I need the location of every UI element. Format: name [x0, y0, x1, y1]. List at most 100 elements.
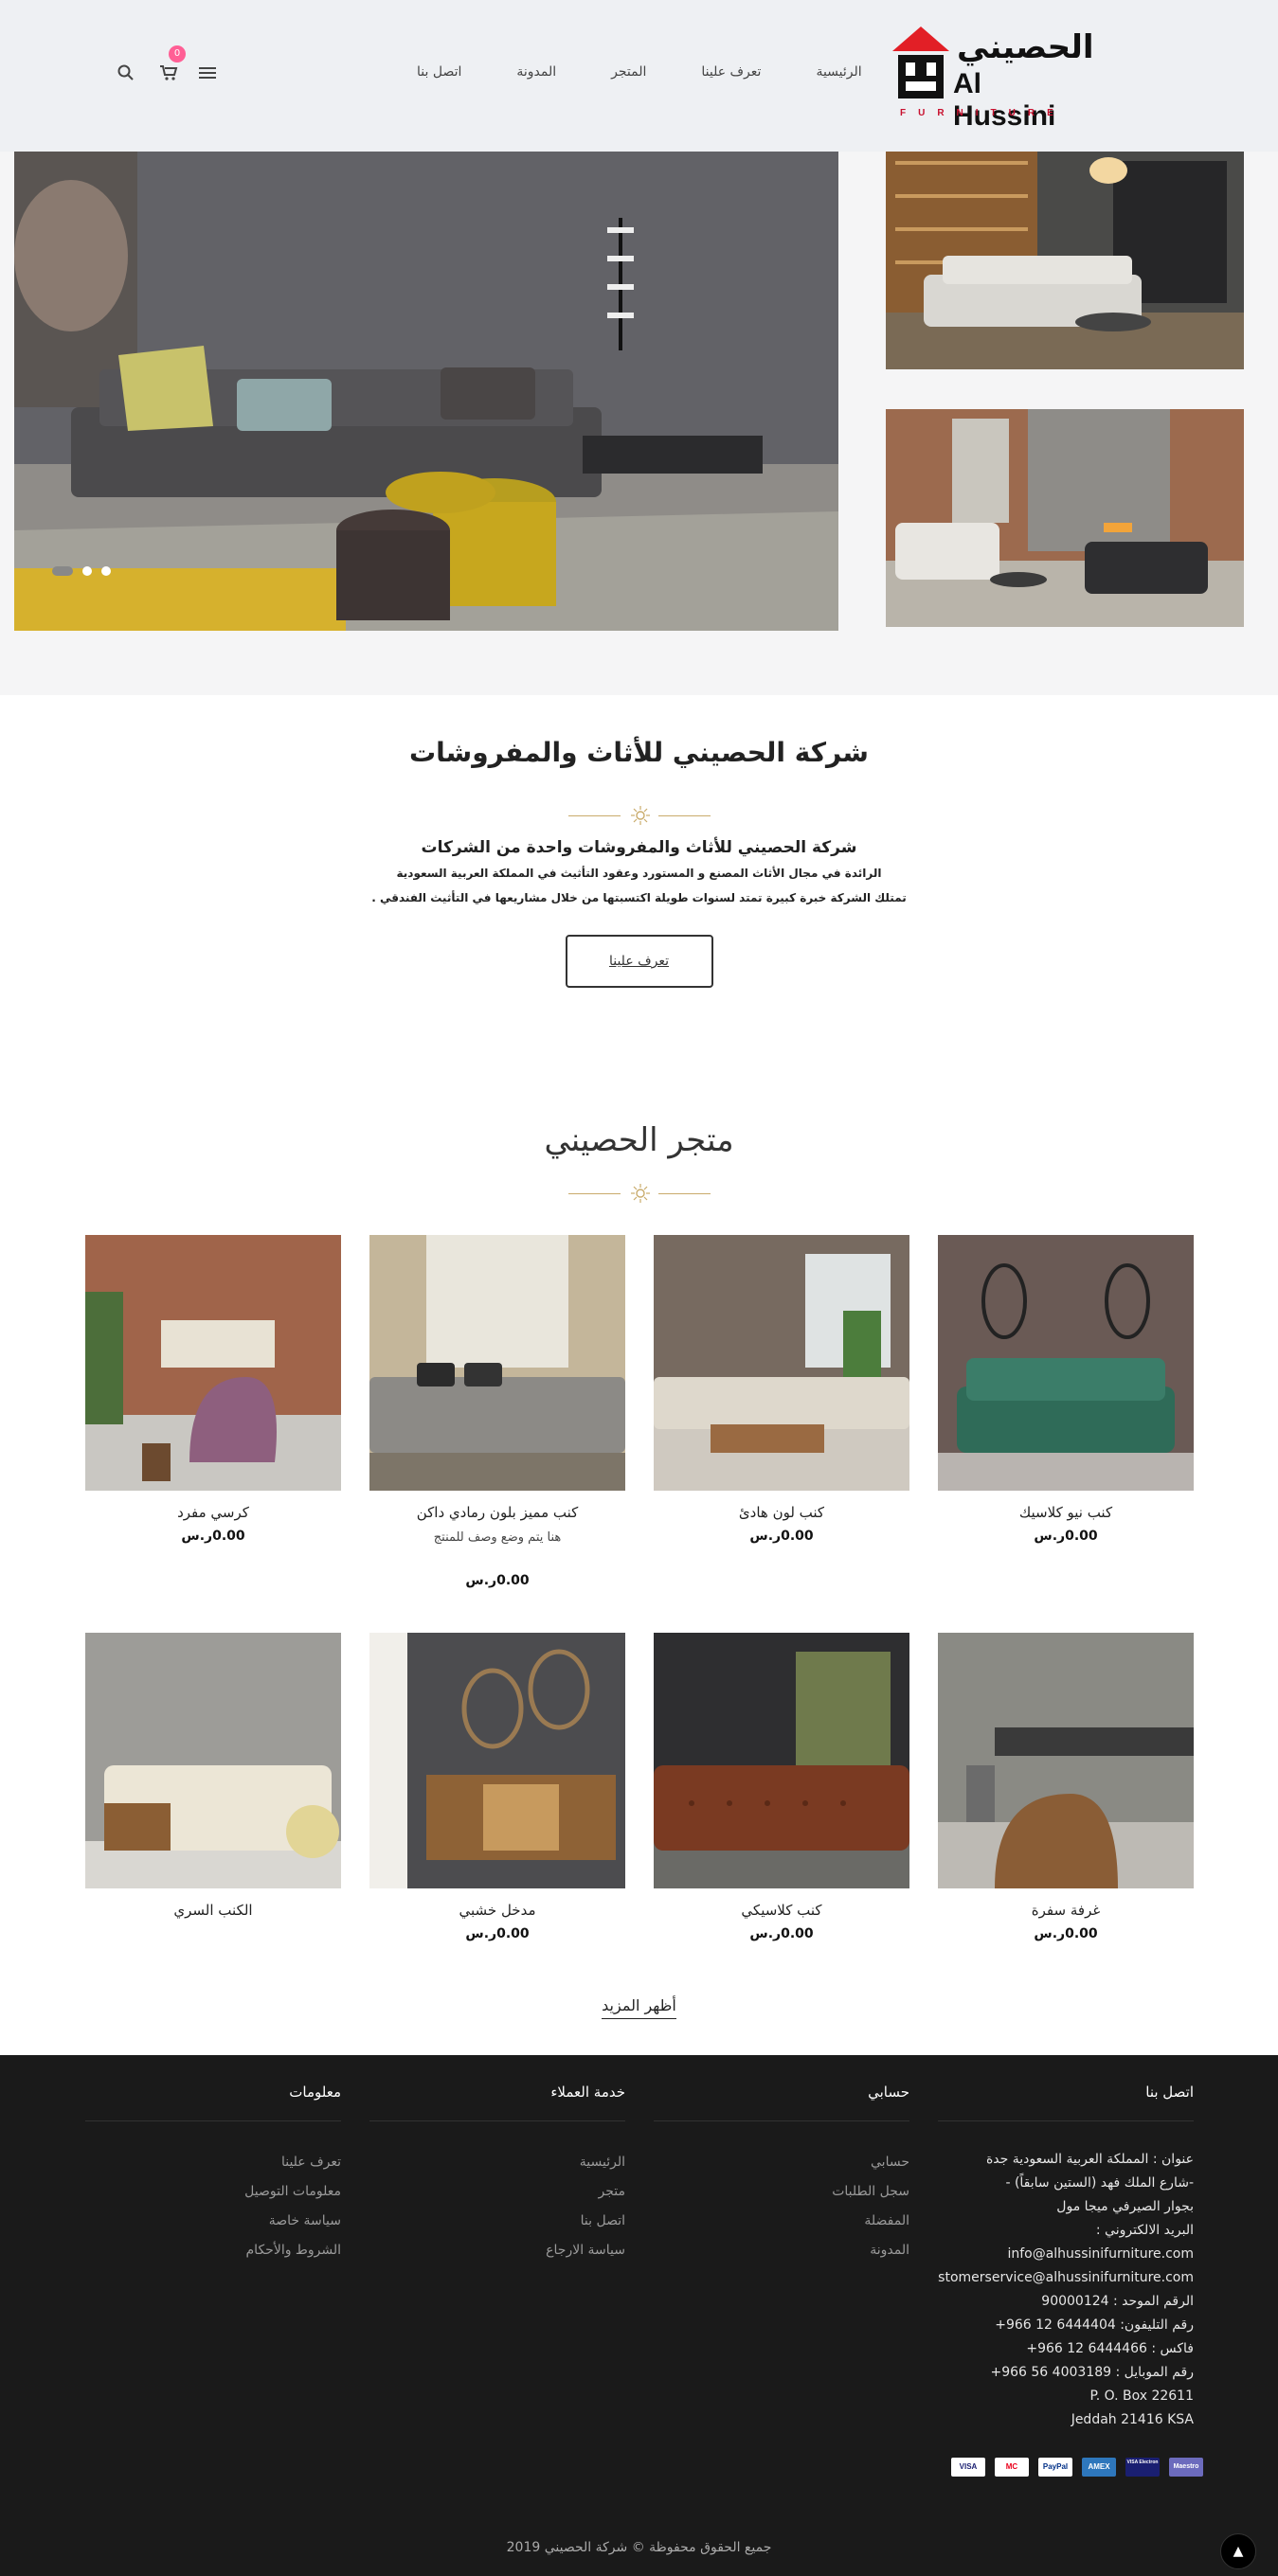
product-name[interactable]: كنب لون هادئ: [654, 1504, 909, 1521]
footer-link[interactable]: متجر: [369, 2177, 626, 2207]
sun-ornament-icon: [630, 1184, 650, 1203]
paypal-icon: PayPal: [1038, 2458, 1072, 2477]
product-name[interactable]: كنب نيو كلاسيك: [938, 1504, 1194, 1521]
chevron-up-icon: ▲: [1233, 2544, 1244, 2559]
footer-contact-details: عنوان : المملكة العربية السعودية جدة -شا…: [938, 2148, 1194, 2432]
product-card[interactable]: كرسي مفرد 0.00ر.س: [85, 1235, 341, 1544]
footer-link[interactable]: المدونة: [654, 2236, 909, 2265]
cart-count-badge: 0: [169, 45, 186, 63]
nav-store[interactable]: المتجر: [611, 64, 646, 80]
logo-arabic-text: الحصيني: [957, 28, 1095, 66]
product-description: هنا يتم وضع وصف للمنتج: [433, 1530, 562, 1545]
logo-house-icon: [892, 27, 949, 98]
hero-side-image-2[interactable]: [886, 409, 1244, 627]
product-image[interactable]: [369, 1633, 625, 1888]
product-price: 0.00ر.س: [181, 1529, 245, 1544]
contact-email-label: البريد الالكتروني :: [1095, 2223, 1194, 2238]
contact-fax: فاكس : 6444466 12 966+: [1026, 2341, 1194, 2356]
contact-mobile: رقم الموبايل : 4003189 56 966+: [990, 2365, 1194, 2380]
product-image[interactable]: [938, 1235, 1194, 1491]
nav-contact[interactable]: اتصل بنا: [417, 64, 461, 80]
product-name[interactable]: كنب مميز بلون رمادي داكن: [369, 1504, 625, 1521]
product-image[interactable]: [85, 1633, 341, 1888]
hero-dot-3[interactable]: [101, 566, 111, 576]
contact-city: Jeddah 21416 KSA: [1071, 2412, 1194, 2427]
product-price: 0.00ر.س: [749, 1529, 814, 1544]
contact-email-service[interactable]: customerservice@alhussinifurniture.com: [938, 2266, 1194, 2290]
menu-icon[interactable]: [199, 64, 216, 83]
footer-service: خدمة العملاء الرئيسية متجر اتصل بنا سياس…: [369, 2084, 625, 2265]
footer-link[interactable]: المفضلة: [654, 2207, 909, 2236]
footer-link[interactable]: معلومات التوصيل: [85, 2177, 341, 2207]
footer-link[interactable]: سياسة الارجاع: [369, 2236, 625, 2265]
product-grid: كنب نيو كلاسيك 0.00ر.س كنب لون هادئ 0.00…: [0, 1235, 1278, 2087]
hero-section: [0, 152, 1278, 695]
store-header: متجر الحصيني: [0, 1121, 1278, 1205]
hero-dots: [52, 566, 111, 576]
about-line-2: تمتلك الشركة خبرة كبيرة تمتد لسنوات طويل…: [371, 891, 907, 904]
product-image[interactable]: [85, 1235, 341, 1491]
product-card[interactable]: كنب كلاسيكي 0.00ر.س: [654, 1633, 909, 1941]
product-name[interactable]: كرسي مفرد: [85, 1504, 341, 1521]
product-image[interactable]: [369, 1235, 625, 1491]
contact-address-1: عنوان : المملكة العربية السعودية جدة: [985, 2152, 1194, 2167]
sun-ornament-icon: [630, 806, 650, 825]
footer-link[interactable]: سياسة خاصة: [85, 2207, 341, 2236]
footer-account: حسابي حسابي سجل الطلبات المفضلة المدونة: [654, 2084, 909, 2265]
footer-contact: اتصل بنا: [938, 2084, 1194, 2121]
site-footer: اتصل بنا عنوان : المملكة العربية السعودي…: [0, 2055, 1278, 2576]
footer-info: معلومات تعرف علينا معلومات التوصيل سياسة…: [85, 2084, 341, 2265]
product-image[interactable]: [654, 1235, 909, 1491]
product-card[interactable]: مدخل خشبي 0.00ر.س: [369, 1633, 625, 1941]
hero-dot-2[interactable]: [82, 566, 92, 576]
footer-account-title: حسابي: [654, 2084, 909, 2121]
side-loft-image: [886, 409, 1244, 627]
contact-unified: الرقم الموحد : 90000124: [1041, 2294, 1194, 2309]
main-nav: اتصل بنا المدونة المتجر تعرف علينا الرئي…: [417, 64, 862, 80]
footer-link[interactable]: تعرف علينا: [85, 2148, 341, 2177]
product-name[interactable]: غرفة سفرة: [938, 1902, 1194, 1919]
product-image[interactable]: [654, 1633, 909, 1888]
search-icon[interactable]: [117, 64, 135, 85]
show-more-link[interactable]: أظهر المزيد: [602, 1996, 676, 2019]
maestro-icon: Maestro: [1169, 2458, 1203, 2477]
about-us-button[interactable]: تعرف علينا: [565, 935, 713, 988]
footer-contact-title: اتصل بنا: [938, 2084, 1194, 2121]
hero-dot-1[interactable]: [52, 566, 73, 576]
nav-about[interactable]: تعرف علينا: [701, 64, 761, 80]
contact-email-info[interactable]: info@alhussinifurniture.com: [938, 2243, 1194, 2266]
visa-electron-icon: VISA Electron: [1125, 2458, 1160, 2477]
product-card[interactable]: غرفة سفرة 0.00ر.س: [938, 1633, 1194, 1941]
footer-link[interactable]: الرئيسية: [369, 2148, 625, 2177]
logo-tagline: FURNITURE: [900, 108, 1066, 118]
footer-link[interactable]: اتصل بنا: [369, 2207, 625, 2236]
copyright: جميع الحقوق محفوظة © شركة الحصيني 2019: [506, 2540, 772, 2555]
product-card[interactable]: الكنب السري: [85, 1633, 341, 1919]
show-more-wrap: أظهر المزيد: [0, 1996, 1278, 2019]
site-header: الحصيني Al Hussini FURNITURE اتصل بنا ال…: [0, 0, 1278, 152]
about-section: شركة الحصيني للأثاث والمفروشات شركة الحص…: [0, 695, 1278, 1121]
footer-service-title: خدمة العملاء: [369, 2084, 625, 2121]
product-price: 0.00ر.س: [1034, 1926, 1098, 1941]
hero-side-image-1[interactable]: [886, 152, 1244, 369]
logo-english-text: Al Hussini: [953, 68, 1056, 132]
product-name[interactable]: مدخل خشبي: [369, 1902, 625, 1919]
product-card[interactable]: كنب مميز بلون رمادي داكن هنا يتم وضع وصف…: [369, 1235, 625, 1588]
footer-link[interactable]: حسابي: [654, 2148, 909, 2177]
product-name[interactable]: الكنب السري: [85, 1902, 341, 1919]
about-subtitle: شركة الحصيني للأثاث والمفروشات واحدة من …: [421, 838, 857, 857]
footer-link[interactable]: سجل الطلبات: [654, 2177, 909, 2207]
product-image[interactable]: [938, 1633, 1194, 1888]
cart-icon[interactable]: [159, 64, 178, 85]
logo[interactable]: الحصيني Al Hussini FURNITURE: [891, 27, 1095, 132]
footer-link[interactable]: الشروط والأحكام: [85, 2236, 341, 2265]
nav-blog[interactable]: المدونة: [516, 64, 556, 80]
nav-home[interactable]: الرئيسية: [816, 64, 861, 80]
product-card[interactable]: كنب لون هادئ 0.00ر.س: [654, 1235, 909, 1544]
product-name[interactable]: كنب كلاسيكي: [654, 1902, 909, 1919]
mastercard-icon: MC: [995, 2458, 1029, 2477]
product-card[interactable]: كنب نيو كلاسيك 0.00ر.س: [938, 1235, 1194, 1544]
back-to-top-button[interactable]: ▲: [1220, 2533, 1256, 2569]
about-title: شركة الحصيني للأثاث والمفروشات: [409, 737, 869, 768]
hero-slider[interactable]: [14, 152, 838, 631]
